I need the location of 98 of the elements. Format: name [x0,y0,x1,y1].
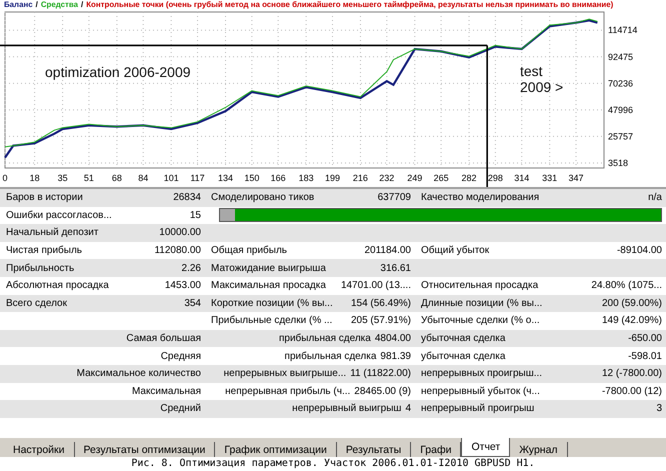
x-tick-label: 18 [30,173,40,183]
x-tick-label: 265 [434,173,449,183]
x-tick-label: 249 [407,173,422,183]
label-cell-text: прибыльная сделка [278,333,371,344]
value-cell: -598.01 [628,350,662,362]
chart-annotation: optimization 2006-2009 [45,64,191,80]
value-cell: 149 (42.09%) [602,315,662,326]
tab[interactable]: Отчет [461,438,510,457]
label-cell: Общая прибыль [211,245,288,256]
value-cell: n/a [648,192,662,204]
value-cell: -650.00 [628,333,662,344]
value-cell: 112080.00 [154,245,201,256]
value-cell: 26834 [173,192,201,204]
label-cell-text: Средний [159,403,201,414]
label-cell: Чистая прибыль [6,245,82,256]
label-cell: Начальный депозит [6,227,98,238]
label-cell: Короткие позиции (% вы... [211,298,333,309]
value-cell: 2.26 [182,262,201,274]
label-cell: Всего сделок [6,298,67,309]
label-cell: убыточная сделка [421,333,506,344]
x-tick-label: 117 [190,173,205,183]
value-cell: 12 (-7800.00) [602,368,662,380]
label-cell: Длинные позиции (% вы... [421,298,542,309]
value-cell: 14701.00 (13.... [340,280,411,292]
x-tick-label: 183 [298,173,314,183]
value-cell: 316.61 [380,262,411,274]
x-tick-label: 298 [488,173,503,183]
label-cell-text: Максимальная [130,386,201,397]
x-tick-label: 232 [379,173,394,183]
value-cell: 1453.00 [164,280,201,292]
label-cell: Прибыльные сделки (% ... [211,315,332,326]
tab[interactable]: Журнал [510,442,568,457]
label-cell-text: непрерывных выигрыше... [222,368,346,380]
value-cell: 24.80% (1075... [591,280,662,292]
value-cell: 354 [184,298,201,309]
x-tick-label: 347 [568,173,584,183]
label-cell-text: Самая большая [125,333,201,344]
label-cell: Общий убыток [421,245,490,256]
label-cell: Максимальная просадка [211,280,326,292]
label-cell: непрерывных проигрыш... [421,368,542,380]
x-tick-label: 282 [462,173,477,183]
value-cell: 201184.00 [364,245,411,256]
x-tick-label: 216 [352,173,368,183]
label-cell: Матожидание выигрыша [211,262,326,274]
y-tick-label: 25757 [608,131,634,142]
label-cell: Качество моделирования [421,192,540,204]
value-cell: 10000.00 [159,227,201,238]
tab[interactable]: Результаты [336,442,412,457]
y-tick-label: 47996 [608,104,634,115]
x-tick-label: 199 [324,173,340,183]
value-cell: -7800.00 (12) [602,386,662,397]
value-cell: 200 (59.00%) [602,298,662,309]
value-cell: 11 (11822.00) [350,368,411,380]
label-cell: Прибыльность [6,262,74,274]
tab[interactable]: График оптимизации [215,442,337,457]
label-cell-text: прибыльная сделка [284,350,376,362]
y-tick-label: 70236 [608,78,634,88]
label-cell: непрерывный проигрыш [421,403,534,414]
x-tick-label: 0 [2,173,8,183]
value-cell: 154 (56.49%) [350,298,411,309]
value-cell: 205 (57.91%) [350,315,411,326]
tab[interactable]: Настройки [4,442,74,457]
x-tick-label: 166 [270,173,286,183]
label-cell: Абсолютная просадка [6,280,109,292]
label-cell-text: Средняя [160,350,201,362]
chart-annotation: test 2009 > [520,63,564,96]
x-tick-label: 35 [58,173,68,183]
x-tick-label: 150 [244,173,260,183]
value-cell: -89104.00 [616,245,662,256]
x-tick-label: 331 [542,173,558,183]
value-cell: 3 [656,403,662,414]
value-cell: 637709 [378,192,411,204]
value-cell: 4804.00 [374,333,411,344]
label-cell: Смоделировано тиков [211,192,314,204]
label-cell: Баров в истории [6,192,83,204]
x-tick-label: 101 [164,173,179,183]
tab[interactable]: Результаты оптимизации [74,442,216,457]
label-cell: Ошибки рассогласов... [6,210,112,221]
x-tick-label: 314 [514,173,530,183]
label-cell-text: непрерывный выигрыш [291,403,402,414]
label-cell-text: Максимальное количество [76,368,201,380]
x-tick-label: 84 [138,173,148,183]
y-tick-label: 3518 [608,158,628,168]
label-cell-text: непрерывная прибыль (ч... [224,386,350,397]
x-tick-label: 134 [218,173,234,183]
x-tick-label: 51 [84,173,94,183]
x-tick-label: 68 [112,173,122,183]
y-tick-label: 92475 [608,52,634,62]
figure-caption: Рис. 8. Оптимизация параметров. Участок 2006.01.01-I2010 GBPUSD H1. [130,457,536,469]
label-cell: убыточная сделка [421,350,506,362]
value-cell: 4 [405,403,411,414]
value-cell: 15 [190,210,201,221]
label-cell: Убыточные сделки (% о... [421,315,540,326]
label-cell: непрерывный убыток (ч... [421,386,540,397]
value-cell: 981.39 [380,350,411,362]
value-cell: 28465.00 (9) [354,386,411,397]
label-cell: Относительная просадка [421,280,538,292]
y-tick-label: 114714 [608,25,638,36]
